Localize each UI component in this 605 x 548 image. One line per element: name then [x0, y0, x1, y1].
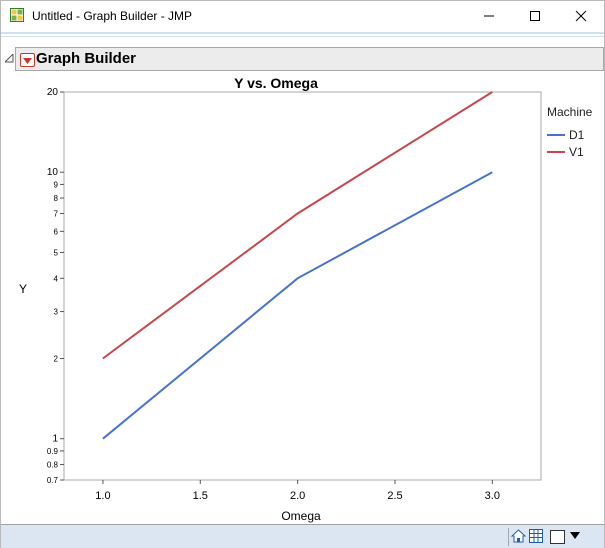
y-tick-label-7: 4	[54, 274, 59, 283]
status-bar	[1, 524, 604, 548]
legend-swatch-d1	[547, 133, 565, 136]
x-tick-label-2: 2.0	[290, 490, 305, 502]
y-tick-label-3: 8	[54, 194, 59, 203]
y-tick-label-10: 1	[52, 434, 58, 445]
y-axis-title[interactable]: Y	[19, 282, 27, 296]
x-axis-title[interactable]: Omega	[261, 509, 341, 523]
y-tick-label-0: 20	[47, 87, 59, 98]
y-tick-label-1: 10	[47, 167, 59, 178]
data-table-icon[interactable]	[529, 529, 543, 543]
legend-title: Machine	[547, 105, 593, 119]
y-tick-label-9: 2	[54, 354, 59, 363]
legend-item-d1[interactable]: D1	[547, 128, 584, 142]
y-tick-label-2: 9	[54, 180, 59, 189]
plot-frame	[63, 91, 542, 481]
x-tick-label-3: 2.5	[387, 490, 402, 502]
y-tick-label-13: 0.7	[47, 476, 59, 485]
chevron-down-icon[interactable]	[570, 532, 580, 540]
legend-label-d1: D1	[569, 128, 585, 142]
line-chart: 20 10 9 8 7 6 5 4 3 2 1 0.9 0.8 0.7 1.0 1.5 2.0 2.5 3.0	[47, 87, 542, 502]
jmp-window: Untitled - Graph Builder - JMP Graph Bui…	[0, 0, 605, 548]
y-tick-label-4: 7	[54, 210, 59, 219]
x-tick-label-4: 3.0	[485, 490, 500, 502]
y-tick-label-8: 3	[54, 308, 59, 317]
legend-item-v1[interactable]: V1	[547, 145, 584, 159]
status-separator	[508, 528, 509, 546]
x-tick-label-0: 1.0	[95, 490, 110, 502]
legend-swatch-v1	[547, 150, 565, 153]
home-icon[interactable]	[511, 529, 526, 543]
legend-label-v1: V1	[569, 145, 584, 159]
y-tick-label-5: 6	[54, 227, 59, 236]
x-tick-label-1: 1.5	[193, 490, 208, 502]
y-tick-label-11: 0.9	[47, 447, 59, 456]
y-tick-label-12: 0.8	[47, 461, 59, 470]
y-tick-label-6: 5	[54, 248, 59, 257]
window-select-icon[interactable]	[550, 530, 565, 544]
